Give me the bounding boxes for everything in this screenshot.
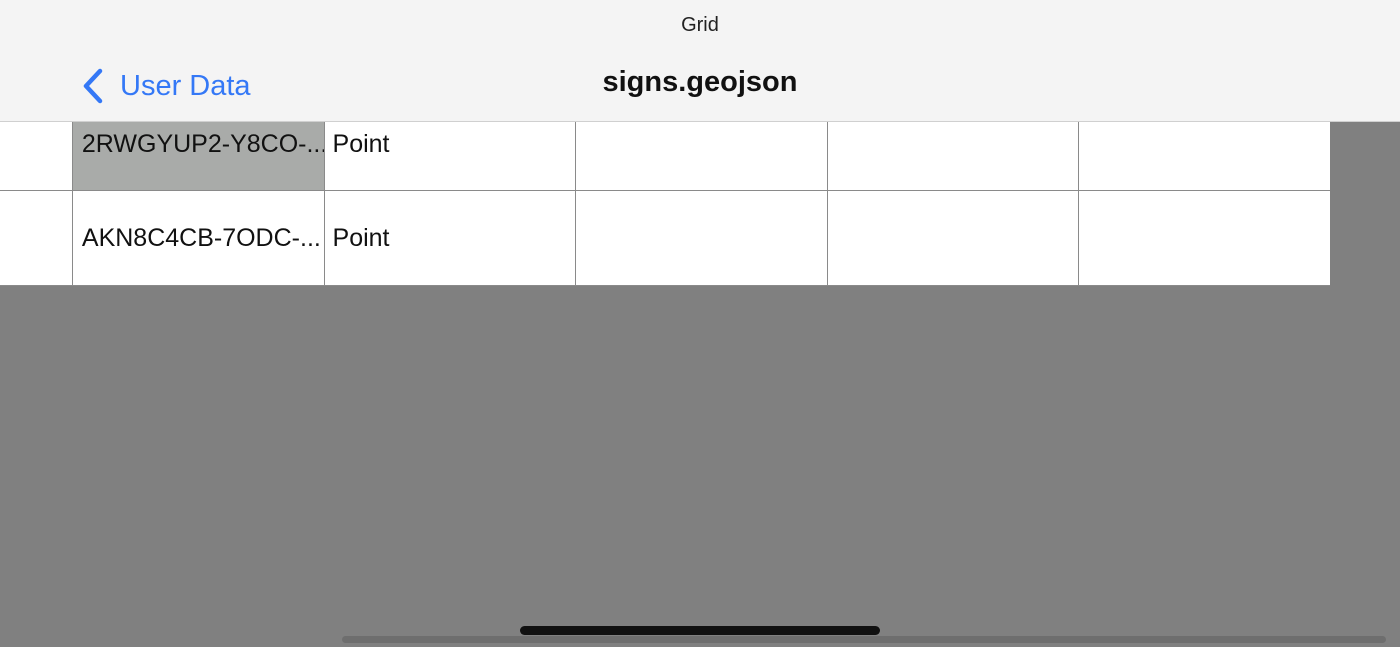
data-grid: 2RWGYUP2-Y8CO-... Point AKN8C4CB-7ODC-..… — [0, 122, 1330, 286]
horizontal-scrollbar[interactable] — [342, 636, 1386, 643]
table-row[interactable]: AKN8C4CB-7ODC-... Point — [0, 191, 1330, 286]
app-window: Grid User Data signs.geojson 2RWGYUP2-Y8… — [0, 0, 1400, 647]
type-cell[interactable]: Point — [324, 191, 577, 285]
row-header-cell[interactable] — [0, 191, 73, 285]
window-title: Grid — [681, 14, 719, 36]
empty-cell[interactable] — [1079, 191, 1330, 285]
empty-cell[interactable] — [827, 191, 1080, 285]
id-cell[interactable]: AKN8C4CB-7ODC-... — [72, 191, 325, 285]
empty-cell[interactable] — [576, 122, 828, 190]
table-row[interactable]: 2RWGYUP2-Y8CO-... Point — [0, 122, 1330, 191]
navigation-bar: Grid User Data signs.geojson — [0, 0, 1400, 122]
empty-cell[interactable] — [576, 191, 828, 285]
empty-cell[interactable] — [827, 122, 1080, 190]
type-cell[interactable]: Point — [324, 122, 577, 190]
empty-cell[interactable] — [1079, 122, 1330, 190]
page-title: signs.geojson — [602, 66, 798, 98]
id-cell[interactable]: 2RWGYUP2-Y8CO-... — [72, 122, 325, 190]
home-indicator[interactable] — [520, 626, 880, 635]
row-header-cell[interactable] — [0, 122, 73, 190]
